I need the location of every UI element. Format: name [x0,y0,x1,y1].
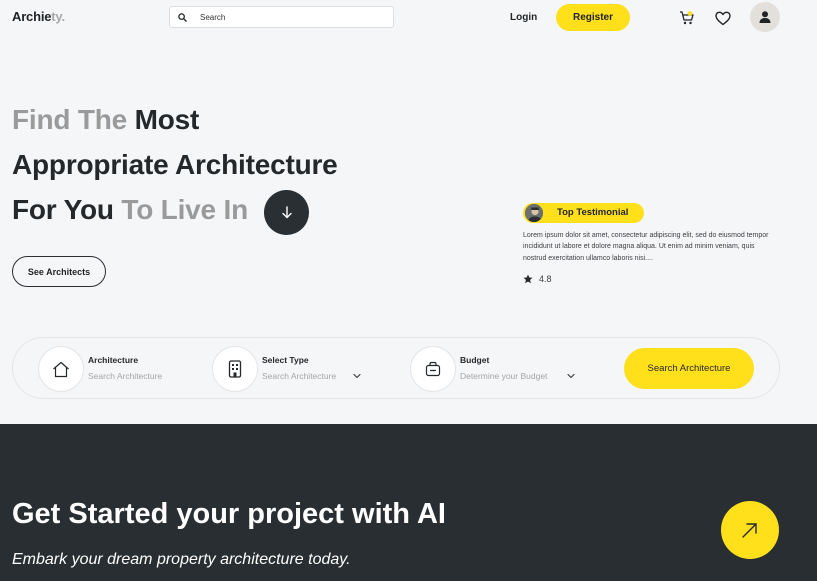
top-navbar: Archiety. Login Register [0,0,817,36]
star-icon [523,274,533,284]
filter-budget-label: Budget [460,355,490,365]
testimonial-avatar [524,203,544,223]
arrow-down-icon [281,206,292,219]
hero-line3-main: For You [12,194,122,225]
filter-budget-value: Determine your Budget [460,371,548,381]
get-started-button[interactable] [721,501,779,559]
search-input[interactable] [200,10,385,24]
search-icon [178,13,187,22]
cta-subtitle: Embark your dream property architecture … [12,551,351,568]
hero-title-line-3: For You To Live In [12,194,248,226]
building-icon [228,360,242,378]
wallet-icon [425,361,441,377]
hero-title-line-2: Appropriate Architecture [12,149,338,180]
architecture-search-bar: Architecture Search Architecture Select … [12,337,780,399]
filter-architecture[interactable]: Architecture Search Architecture [38,346,198,392]
cta-title: Get Started your project with AI [12,498,446,530]
logo-dim: ty. [51,9,65,24]
chevron-down-icon [567,373,575,379]
top-testimonial-badge: Top Testimonial [523,203,644,223]
register-button[interactable]: Register [556,4,630,31]
rating-value: 4.8 [539,274,552,284]
logo-main: Archie [12,9,52,24]
filter-type-icon-wrap [212,346,258,392]
filter-select-type[interactable]: Select Type Search Architecture [212,346,382,392]
logo[interactable]: Archiety. [12,9,65,24]
filter-architecture-icon-wrap [38,346,84,392]
hero-line3-dim: To Live In [121,194,248,225]
filter-architecture-label: Architecture [88,355,139,365]
filter-budget-icon-wrap [410,346,456,392]
scroll-down-button[interactable] [264,190,309,235]
hero-line1-dim: Find The [12,104,135,135]
testimonial-text: Lorem ipsum dolor sit amet, consectetur … [523,232,769,262]
search-bar[interactable] [169,6,394,28]
search-architecture-button[interactable]: Search Architecture [624,348,754,389]
hero-title-line-1: Find The Most [12,104,199,136]
filter-type-label: Select Type [262,355,309,365]
login-link[interactable]: Login [510,12,537,23]
filter-architecture-value: Search Architecture [88,371,163,381]
see-architects-button[interactable]: See Architects [12,256,106,287]
arrow-up-right-icon [742,523,757,538]
heart-icon[interactable] [714,9,732,27]
testimonial-label: Top Testimonial [557,207,629,218]
hero-line1-main: Most [134,104,200,135]
testimonial-rating: 4.8 [523,274,552,284]
cart-icon[interactable] [678,9,696,27]
user-icon [759,11,771,23]
filter-budget[interactable]: Budget Determine your Budget [410,346,590,392]
chevron-down-icon [353,373,361,379]
filter-type-value: Search Architecture [262,371,337,381]
home-icon [53,361,69,377]
user-avatar-button[interactable] [750,2,780,32]
cta-section: Get Started your project with AI Embark … [0,424,817,581]
